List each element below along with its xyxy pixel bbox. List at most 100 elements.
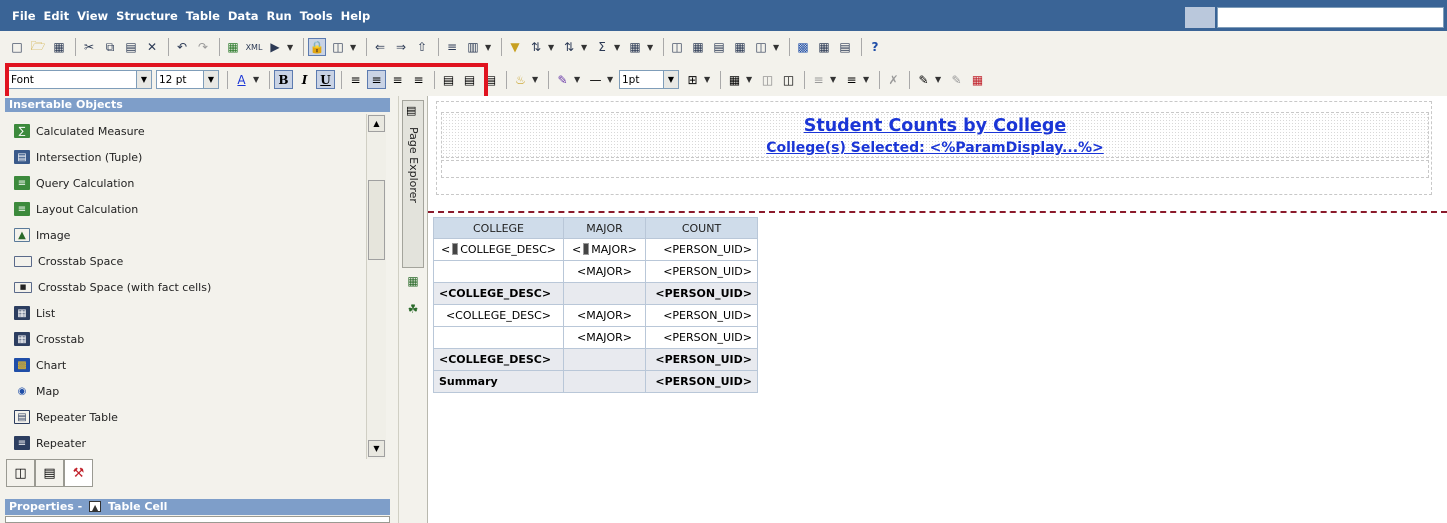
chart-toolbar-icon[interactable]: ▩ (794, 38, 812, 56)
header-major[interactable]: MAJOR (563, 217, 646, 239)
conditional-style-icon[interactable]: ▦ (968, 70, 987, 89)
count-summary-cell[interactable]: <PERSON_UID> (645, 370, 758, 393)
summary-cell[interactable]: Summary (433, 370, 564, 393)
cut-icon[interactable]: ✂ (80, 38, 98, 56)
menu-tools[interactable]: Tools (300, 9, 333, 23)
table-icon[interactable]: ▦ (725, 70, 744, 89)
scroll-thumb[interactable] (368, 180, 385, 260)
list-item[interactable]: ▦ Crosstab (14, 328, 84, 350)
increase-indent-dropdown-icon[interactable]: ▼ (863, 75, 872, 84)
crosstab-view-icon[interactable]: ▦ (731, 38, 749, 56)
table-dropdown-icon[interactable]: ▼ (746, 75, 755, 84)
list-item[interactable]: ▤ Intersection (Tuple) (14, 146, 142, 168)
background-color-dropdown-icon[interactable]: ▼ (532, 75, 541, 84)
college-cell[interactable] (433, 326, 564, 349)
pick-style-dropdown-icon[interactable]: ▼ (935, 75, 944, 84)
border-color-dropdown-icon[interactable]: ▼ (574, 75, 583, 84)
paste-icon[interactable]: ▤ (122, 38, 140, 56)
clear-style-icon[interactable]: ✗ (884, 70, 903, 89)
chart-properties-icon[interactable]: ▤ (836, 38, 854, 56)
forward-icon[interactable]: ⇒ (392, 38, 410, 56)
major-cell[interactable]: <MAJOR> (563, 260, 646, 283)
view-dropdown-icon[interactable]: ▼ (350, 43, 359, 52)
summarize-icon[interactable]: Σ (593, 38, 611, 56)
data-items-tab-icon[interactable]: ▤ (35, 459, 64, 487)
sort-icon[interactable]: ⇅ (527, 38, 545, 56)
report-title[interactable]: Student Counts by College (442, 116, 1428, 136)
count-cell[interactable]: <PERSON_UID> (645, 260, 758, 283)
save-icon[interactable]: ▦ (50, 38, 68, 56)
toolbox-tab-icon[interactable]: ⚒ (64, 459, 93, 487)
section-icon[interactable]: ▥ (464, 38, 482, 56)
report-canvas[interactable]: Student Counts by College College(s) Sel… (428, 96, 1447, 523)
list-item[interactable]: ◉ Map (14, 380, 60, 402)
group-icon[interactable]: ≡ (443, 38, 461, 56)
page-header[interactable]: Student Counts by College College(s) Sel… (436, 101, 1432, 195)
insert-chart-dropdown-icon[interactable]: ▼ (647, 43, 656, 52)
list-item[interactable]: ■ Crosstab Space (with fact cells) (14, 276, 211, 298)
count-cell[interactable]: <PERSON_UID> (645, 238, 758, 261)
menu-run[interactable]: Run (266, 9, 291, 23)
decrease-indent-icon[interactable]: ≡ (809, 70, 828, 89)
report-view-dropdown-icon[interactable]: ▼ (773, 43, 782, 52)
list-item[interactable]: ▲ Image (14, 224, 70, 246)
undo-icon[interactable]: ↶ (173, 38, 191, 56)
report-view-icon[interactable]: ◫ (752, 38, 770, 56)
count-total-cell[interactable]: <PERSON_UID> (645, 348, 758, 371)
header-count[interactable]: COUNT (645, 217, 758, 239)
list-item[interactable]: ≡ Layout Calculation (14, 198, 138, 220)
college-cell[interactable] (433, 260, 564, 283)
delete-icon[interactable]: ✕ (143, 38, 161, 56)
help-icon[interactable]: ? (866, 38, 884, 56)
view-icon[interactable]: ◫ (329, 38, 347, 56)
header-college[interactable]: COLLEGE (433, 217, 564, 239)
scroll-up-icon[interactable]: ▲ (368, 115, 385, 132)
table-view-icon[interactable]: ▤ (710, 38, 728, 56)
query-explorer-icon[interactable]: ▦ (404, 272, 422, 290)
border-style-dropdown-icon[interactable]: ▼ (607, 75, 616, 84)
pivot-icon[interactable]: ◫ (668, 38, 686, 56)
college-total-cell[interactable]: <COLLEGE_DESC> (433, 282, 564, 305)
borders-icon[interactable]: ⊞ (683, 70, 702, 89)
search-input[interactable] (1217, 7, 1444, 28)
chevron-down-icon[interactable]: ▼ (663, 71, 678, 88)
list-item[interactable]: ∑ Calculated Measure (14, 120, 145, 142)
count-total-cell[interactable]: <PERSON_UID> (645, 282, 758, 305)
page-explorer-tab[interactable]: ▤ Page Explorer (402, 100, 424, 268)
list-view-icon[interactable]: ▦ (689, 38, 707, 56)
source-tab-icon[interactable]: ◫ (6, 459, 35, 487)
back-icon[interactable]: ⇐ (371, 38, 389, 56)
college-cell[interactable]: <COLLEGE_DESC> (433, 304, 564, 327)
section-dropdown-icon[interactable]: ▼ (485, 43, 494, 52)
pick-style-icon[interactable]: ✎ (914, 70, 933, 89)
menu-file[interactable]: File (12, 9, 36, 23)
select-ancestor-icon[interactable]: ▲ (89, 501, 102, 512)
menu-data[interactable]: Data (228, 9, 259, 23)
menu-structure[interactable]: Structure (116, 9, 178, 23)
lock-icon[interactable]: 🔒 (308, 38, 326, 56)
merge-cells-icon[interactable]: ◫ (758, 70, 777, 89)
list-item[interactable]: ≡ Query Calculation (14, 172, 134, 194)
menu-table[interactable]: Table (186, 9, 220, 23)
sort-order-dropdown-icon[interactable]: ▼ (581, 43, 590, 52)
border-color-icon[interactable]: ✎ (553, 70, 572, 89)
report-subtitle[interactable]: College(s) Selected: <%ParamDisplay...%> (442, 140, 1428, 156)
college-cell[interactable]: <COLLEGE_DESC> (433, 238, 564, 261)
sort-dropdown-icon[interactable]: ▼ (548, 43, 557, 52)
chart-type-icon[interactable]: ▦ (815, 38, 833, 56)
insert-chart-icon[interactable]: ▦ (626, 38, 644, 56)
xml-icon[interactable]: XML (245, 38, 263, 56)
decrease-indent-dropdown-icon[interactable]: ▼ (830, 75, 839, 84)
major-cell[interactable] (563, 348, 646, 371)
apply-style-icon[interactable]: ✎ (947, 70, 966, 89)
condition-explorer-icon[interactable]: ☘ (404, 300, 422, 318)
properties-grid[interactable] (5, 516, 390, 523)
list-item[interactable]: ≡ Repeater (14, 432, 86, 454)
filter-icon[interactable]: ▼ (506, 38, 524, 56)
menu-edit[interactable]: Edit (44, 9, 70, 23)
page-header-title-block[interactable]: Student Counts by College College(s) Sel… (441, 112, 1429, 158)
count-cell[interactable]: <PERSON_UID> (645, 304, 758, 327)
copy-icon[interactable]: ⧉ (101, 38, 119, 56)
open-icon[interactable]: 🗁 (29, 38, 47, 56)
new-icon[interactable]: □ (8, 38, 26, 56)
